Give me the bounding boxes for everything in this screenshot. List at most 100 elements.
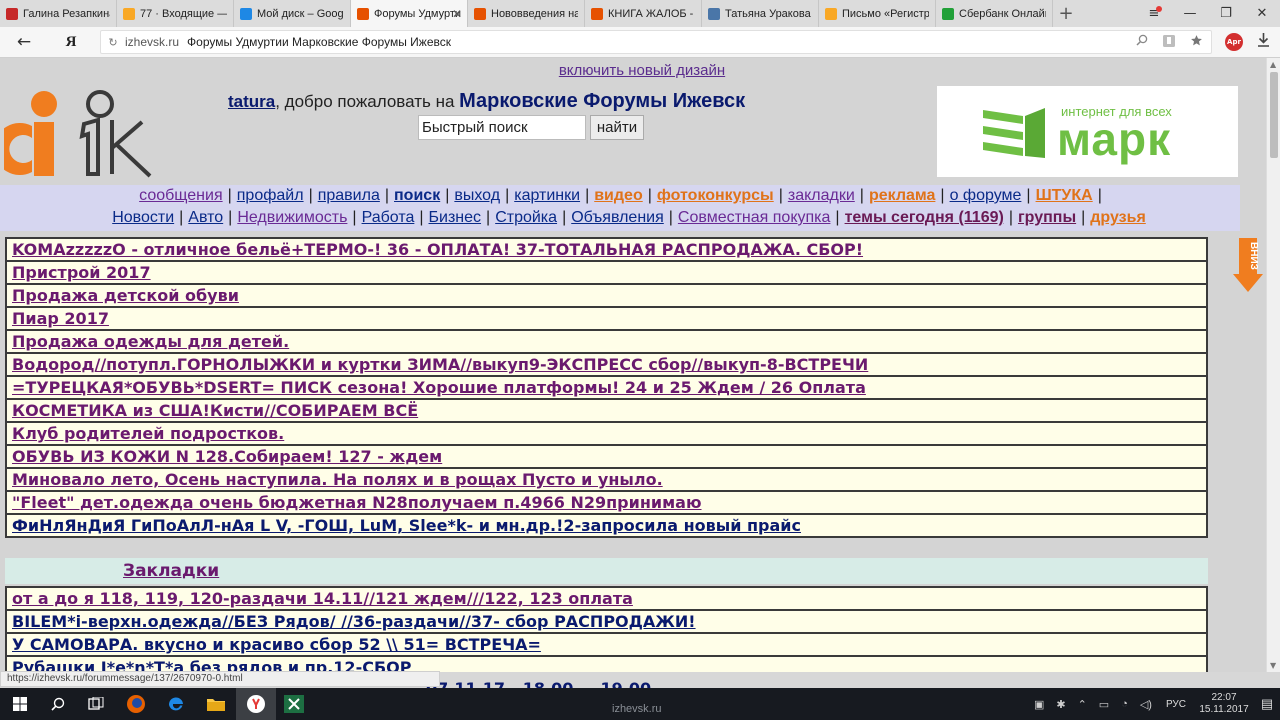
bookmark-row-link[interactable]: Рубашки J*e*n*T*a без рядов и пр.12-СБОР: [12, 658, 411, 672]
browser-menu-icon[interactable]: ≡: [1136, 0, 1172, 27]
menu-item-main-4[interactable]: выход: [454, 187, 500, 205]
browser-tab[interactable]: Письмо «Регистра: [819, 0, 936, 27]
edge-icon[interactable]: [156, 688, 196, 720]
topic-row-link[interactable]: ОБУВЬ ИЗ КОЖИ N 128.Собираем! 127 - ждем: [12, 447, 442, 466]
menu-item-section-1[interactable]: Авто: [188, 209, 223, 227]
topic-row-link[interactable]: Продажа детской обуви: [12, 286, 239, 305]
menu-item-main-0[interactable]: сообщения: [139, 187, 222, 205]
page-scrollbar[interactable]: ▲ ▼: [1266, 58, 1280, 672]
action-center-icon[interactable]: ▤: [1254, 696, 1280, 712]
yandex-browser-icon[interactable]: [236, 688, 276, 720]
restore-button[interactable]: ❐: [1208, 0, 1244, 27]
browser-tab[interactable]: Галина Резапкина: [0, 0, 117, 27]
scroll-up-arrow-icon[interactable]: ▲: [1270, 60, 1276, 69]
topic-row-link[interactable]: Пристрой 2017: [12, 263, 151, 282]
taskbar-clock[interactable]: 22:07 15.11.2017: [1194, 692, 1254, 716]
menu-item-main-8[interactable]: закладки: [788, 187, 855, 205]
excel-icon[interactable]: [274, 688, 314, 720]
browser-tab[interactable]: Нововведения на: [468, 0, 585, 27]
browser-tab[interactable]: КНИГА ЖАЛОБ - М: [585, 0, 702, 27]
menu-item-main-1[interactable]: профайл: [237, 187, 304, 205]
menu-item-main-9[interactable]: реклама: [869, 187, 935, 205]
yandex-logo-icon[interactable]: Я: [48, 34, 94, 51]
menu-item-main-6[interactable]: видео: [594, 187, 643, 205]
scroll-down-label: ВНИЗ: [1248, 242, 1259, 270]
bookmark-row-link[interactable]: У САМОВАРА. вкусно и красиво сбор 52 \\ …: [12, 635, 541, 654]
bookmark-row-link[interactable]: BILEM*i-верхн.одежда//БЕЗ Рядов/ //36-ра…: [12, 612, 696, 631]
menu-item-section-10[interactable]: друзья: [1090, 209, 1146, 227]
taskbar-search-icon[interactable]: [38, 688, 78, 720]
username-link[interactable]: tatura: [228, 92, 275, 111]
start-button-windows-icon[interactable]: [0, 688, 40, 720]
scroll-down-button[interactable]: ВНИЗ: [1233, 238, 1263, 292]
bookmark-row: Рубашки J*e*n*T*a без рядов и пр.12-СБОР: [7, 657, 1206, 672]
search-submit-button[interactable]: найти: [590, 115, 644, 140]
menu-item-section-3[interactable]: Работа: [362, 209, 415, 227]
file-explorer-icon[interactable]: [196, 688, 236, 720]
browser-tab-active[interactable]: Форумы Удмурти ✕: [351, 0, 468, 27]
menu-item-main-11[interactable]: ШТУКА: [1036, 187, 1093, 205]
address-bar[interactable]: ↻ izhevsk.ru Форумы Удмуртии Марковские …: [100, 30, 1212, 54]
battery-icon[interactable]: ▭: [1099, 698, 1109, 711]
tray-show-hidden-icon[interactable]: ⌃: [1078, 698, 1087, 711]
input-language[interactable]: РУС: [1166, 699, 1186, 710]
enable-new-design-link[interactable]: включить новый дизайн: [0, 62, 1266, 79]
extension-badge-icon[interactable]: Apr: [1225, 32, 1243, 51]
menu-item-section-9[interactable]: группы: [1018, 209, 1076, 227]
quick-search-input[interactable]: [418, 115, 586, 140]
browser-tab[interactable]: 77 · Входящие — Я: [117, 0, 234, 27]
windows-taskbar: izhevsk.ru ▣ ✱ ⌃ ▭ ◔ ◁) РУС 22:07 15.11.2…: [0, 688, 1280, 720]
menu-separator: |: [940, 187, 945, 204]
task-view-icon[interactable]: [76, 688, 116, 720]
browser-tab-strip: Галина Резапкина 77 · Входящие — Я Мой д…: [0, 0, 1280, 27]
firefox-icon[interactable]: [116, 688, 156, 720]
close-window-button[interactable]: ✕: [1244, 0, 1280, 27]
mark-banner[interactable]: интернет для всех марк: [937, 86, 1238, 177]
browser-tab[interactable]: Татьяна Уракова: [702, 0, 819, 27]
menu-item-main-3[interactable]: поиск: [394, 187, 440, 205]
menu-item-main-2[interactable]: правила: [318, 187, 380, 205]
volume-icon[interactable]: ◁): [1140, 698, 1152, 711]
back-button[interactable]: ←: [0, 32, 48, 52]
new-tab-button[interactable]: +: [1053, 0, 1079, 27]
topic-row-link[interactable]: "Fleet" дет.одежда очень бюджетная N28по…: [12, 493, 702, 512]
scrollbar-thumb[interactable]: [1270, 72, 1278, 158]
close-tab-icon[interactable]: ✕: [452, 7, 462, 21]
menu-item-main-10[interactable]: о форуме: [950, 187, 1022, 205]
topic-row-link[interactable]: Продажа одежды для детей.: [12, 332, 289, 351]
topic-row-link[interactable]: Клуб родителей подростков.: [12, 424, 284, 443]
minimize-button[interactable]: —: [1172, 0, 1208, 27]
menu-item-section-5[interactable]: Стройка: [495, 209, 557, 227]
topic-row-link[interactable]: KOMAzzzzzO - отличное бельё+ТЕРМО-! 36 -…: [12, 240, 863, 259]
download-icon[interactable]: [1257, 32, 1270, 51]
topic-row-link[interactable]: Миновало лето, Осень наступила. На полях…: [12, 470, 663, 489]
menu-item-main-5[interactable]: картинки: [514, 187, 580, 205]
network-icon[interactable]: ◔: [1121, 698, 1128, 710]
topic-row-link[interactable]: =ТУРЕЦКАЯ*ОБУВЬ*DSERT= ПИСК сезона! Хоро…: [12, 378, 866, 397]
menu-item-main-7[interactable]: фотоконкурсы: [657, 187, 774, 205]
menu-separator: |: [778, 187, 783, 204]
menu-item-section-0[interactable]: Новости: [112, 209, 174, 227]
menu-item-section-6[interactable]: Объявления: [571, 209, 664, 227]
bookmark-row-link[interactable]: от а до я 118, 119, 120-раздачи 14.11//1…: [12, 589, 633, 608]
reload-icon[interactable]: ↻: [101, 36, 125, 49]
site-logo-icon[interactable]: [0, 86, 154, 182]
topic-row-link[interactable]: КОСМЕТИКА из США!Кисти//СОБИРАЕМ ВСЁ: [12, 401, 418, 420]
menu-item-section-4[interactable]: Бизнес: [429, 209, 482, 227]
topic-row-link[interactable]: Водород//потупл.ГОРНОЛЫЖКИ и куртки ЗИМА…: [12, 355, 868, 374]
browser-tab[interactable]: Мой диск – Google: [234, 0, 351, 27]
topic-row-link[interactable]: Пиар 2017: [12, 309, 109, 328]
menu-item-section-8[interactable]: темы сегодня (1169): [845, 209, 1004, 227]
bookmark-star-icon[interactable]: [1190, 34, 1203, 51]
protect-icon[interactable]: [1162, 34, 1176, 51]
scroll-down-arrow-icon[interactable]: ▼: [1270, 661, 1276, 670]
bluetooth-icon[interactable]: ✱: [1056, 698, 1065, 711]
topic-row-link[interactable]: ФиНлЯнДиЯ ГиПоАлЛ-нАя L V, -ГОШ, LuM, Sl…: [12, 516, 801, 535]
tray-app-icon[interactable]: ▣: [1034, 698, 1044, 711]
menu-item-section-2[interactable]: Недвижимость: [237, 209, 347, 227]
browser-tab[interactable]: Сбербанк Онлайн: [936, 0, 1053, 27]
page-search-icon[interactable]: [1136, 34, 1148, 51]
menu-item-section-7[interactable]: Совместная покупка: [678, 209, 831, 227]
bookmarks-title-link[interactable]: Закладки: [123, 561, 219, 581]
tab-favicon-icon: [708, 7, 720, 20]
